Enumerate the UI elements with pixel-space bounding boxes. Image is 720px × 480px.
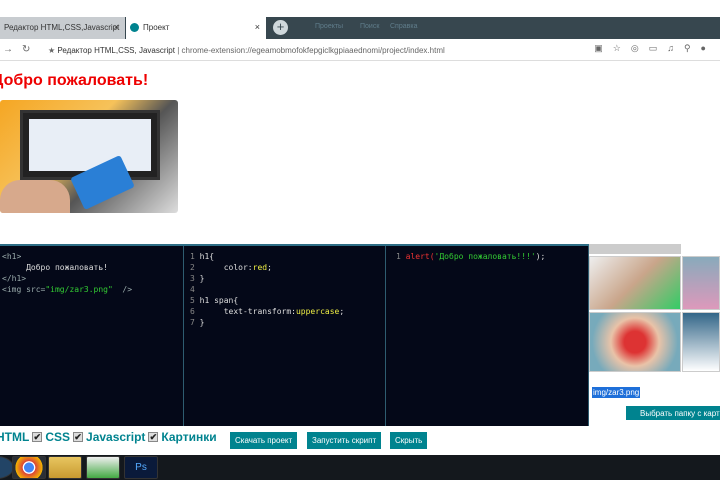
html-toggle-label[interactable]: HTML xyxy=(0,430,29,444)
close-icon[interactable]: × xyxy=(114,22,119,32)
close-icon[interactable]: × xyxy=(255,22,260,32)
notepad-icon[interactable] xyxy=(86,456,120,479)
selected-image-path[interactable]: img/zar3.png xyxy=(592,387,641,398)
chrome-icon[interactable] xyxy=(12,456,46,479)
pics-checkbox[interactable]: ✔ xyxy=(148,432,159,442)
tab-bar: Редактор HTML,CSS,Javascript × Проект × + … xyxy=(0,17,720,39)
taskbar: Ps xyxy=(0,455,720,480)
pics-toggle-label[interactable]: Картинки xyxy=(161,430,216,444)
address-bar: → ↻ ★ Редактор HTML,CSS, Javascript | ch… xyxy=(0,39,720,61)
url-field[interactable]: ★ Редактор HTML,CSS, Javascript | chrome… xyxy=(42,42,582,58)
page-heading: Добро пожаловать! xyxy=(0,72,149,89)
css-checkbox[interactable]: ✔ xyxy=(32,432,43,442)
tab-label: Проект xyxy=(143,23,170,32)
photoshop-icon[interactable]: Ps xyxy=(124,456,158,479)
image-thumb[interactable] xyxy=(589,312,681,372)
toolbar-icons[interactable]: ▣☆◎▭♫⚲● xyxy=(594,43,716,54)
forward-icon[interactable]: → xyxy=(3,44,13,55)
js-checkbox[interactable]: ✔ xyxy=(73,432,84,442)
tab-project[interactable]: Проект × xyxy=(126,17,266,39)
page-title: Редактор HTML,CSS, Javascript xyxy=(57,46,175,55)
js-toggle-label[interactable]: Javascript xyxy=(86,430,145,444)
bookmark[interactable]: Справка xyxy=(390,23,417,30)
new-tab-button[interactable]: + xyxy=(273,20,288,35)
choose-folder-button[interactable]: Выбрать папку с картинками xyxy=(626,406,720,420)
laptop-image xyxy=(0,100,178,213)
js-editor[interactable]: 1 alert('Добро пожаловать!!!'); xyxy=(386,246,589,426)
reload-icon[interactable]: ↻ xyxy=(22,44,30,55)
image-thumb[interactable] xyxy=(682,312,720,372)
bookmark[interactable]: Проекты xyxy=(315,23,343,30)
bookmark[interactable]: Поиск xyxy=(360,23,379,30)
file-explorer-icon[interactable] xyxy=(48,456,82,479)
url-text: chrome-extension://egeamobmofokfepgiclkg… xyxy=(181,46,445,55)
image-thumb[interactable] xyxy=(589,244,681,254)
image-thumb[interactable] xyxy=(589,256,681,310)
image-gallery xyxy=(589,244,720,426)
css-editor[interactable]: 1 h1{ 2 color:red; 3 } 4 5 h1 span{ 6 te… xyxy=(184,246,386,426)
download-project-button[interactable]: Скачать проект xyxy=(230,432,298,449)
image-thumb[interactable] xyxy=(682,256,720,310)
html-editor[interactable]: <h1> Добро пожаловать! </h1> <img src="i… xyxy=(0,246,184,426)
run-script-button[interactable]: Запустить скрипт xyxy=(307,432,382,449)
hide-button[interactable]: Скрыть xyxy=(390,432,428,449)
tab-label: Редактор HTML,CSS,Javascript xyxy=(4,23,120,32)
panel-toggles: HTML ✔ CSS ✔ Javascript ✔ Картинки xyxy=(0,430,217,444)
css-toggle-label[interactable]: CSS xyxy=(45,430,70,444)
tab-editor[interactable]: Редактор HTML,CSS,Javascript × xyxy=(0,17,125,39)
favicon-icon xyxy=(130,23,139,33)
